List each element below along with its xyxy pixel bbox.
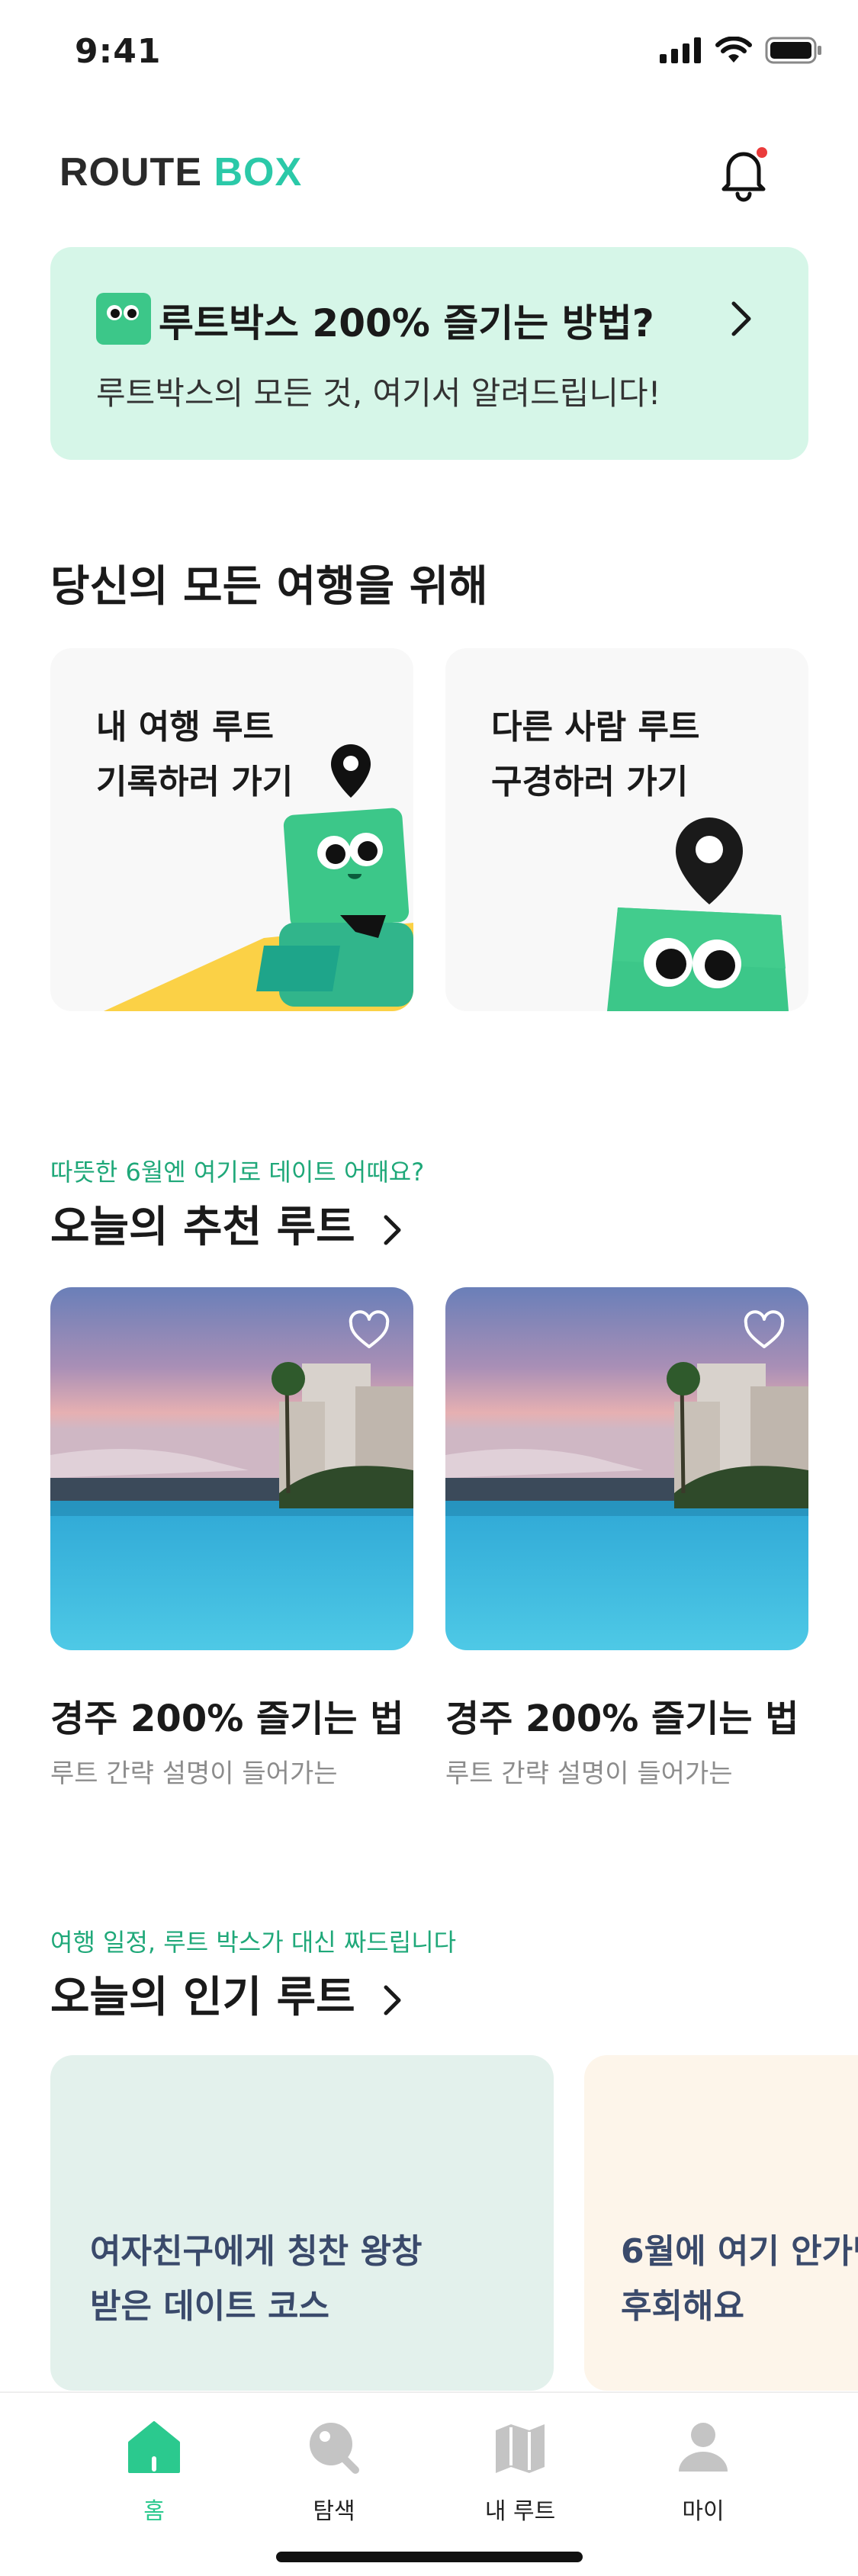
app-logo[interactable]: ROUTE BOX bbox=[59, 149, 302, 195]
mascot-icon bbox=[96, 293, 151, 345]
heart-icon[interactable] bbox=[348, 1310, 390, 1350]
logo-text-box: BOX bbox=[214, 150, 303, 194]
recommend-section-title[interactable]: 오늘의 추천 루트 bbox=[50, 1193, 403, 1254]
mascot-illustration bbox=[104, 744, 413, 1011]
card-line1: 여자친구에게 칭찬 왕창 bbox=[90, 2232, 423, 2271]
popular-title-text: 오늘의 인기 루트 bbox=[50, 1973, 355, 2022]
journey-section-title: 당신의 모든 여행을 위해 bbox=[50, 562, 488, 612]
route-description: 루트 간략 설명이 들어가는 bbox=[445, 1759, 733, 1789]
wifi-icon bbox=[715, 37, 752, 63]
heart-icon[interactable] bbox=[743, 1310, 786, 1350]
notification-dot bbox=[757, 147, 767, 158]
record-route-card[interactable]: 내 여행 루트 기록하러 가기 bbox=[50, 648, 413, 1011]
card-line2: 받은 데이트 코스 bbox=[90, 2287, 329, 2326]
mascot-illustration bbox=[607, 817, 789, 1011]
status-bar: 9:41 bbox=[0, 0, 858, 107]
browse-routes-card[interactable]: 다른 사람 루트 구경하러 가기 bbox=[445, 648, 808, 1011]
tab-label: 마이 bbox=[682, 2498, 725, 2525]
chevron-right-icon bbox=[384, 1985, 401, 2016]
chevron-right-icon bbox=[731, 301, 751, 336]
bell-icon[interactable] bbox=[713, 142, 774, 203]
guide-banner[interactable]: 루트박스 200% 즐기는 방법? 루트박스의 모든 것, 여기서 알려드립니다… bbox=[50, 247, 808, 460]
tab-my-route[interactable]: 내 루트 bbox=[467, 2413, 574, 2526]
banner-title: 루트박스 200% 즐기는 방법? bbox=[159, 301, 654, 345]
popular-route-card[interactable]: 6월에 여기 안가면 후회해요 bbox=[584, 2055, 858, 2391]
map-icon bbox=[496, 2424, 545, 2473]
recommend-title-text: 오늘의 추천 루트 bbox=[50, 1203, 355, 1252]
popular-route-card[interactable]: 여자친구에게 칭찬 왕창 받은 데이트 코스 bbox=[50, 2055, 554, 2391]
status-icons bbox=[660, 37, 823, 64]
recommend-card[interactable]: 경주 200% 즐기는 법 루트 간략 설명이 들어가는 bbox=[50, 1287, 413, 1790]
logo-text-route: ROUTE bbox=[59, 150, 202, 194]
route-photo bbox=[445, 1287, 808, 1650]
status-time: 9:41 bbox=[75, 32, 162, 71]
card-line2: 후회해요 bbox=[621, 2287, 744, 2326]
popular-route-text: 6월에 여기 안가면 후회해요 bbox=[621, 2224, 858, 2334]
tab-explore[interactable]: 탐색 bbox=[281, 2413, 387, 2526]
tab-label: 탐색 bbox=[313, 2498, 355, 2525]
route-title: 경주 200% 즐기는 법 bbox=[445, 1698, 799, 1740]
chevron-right-icon bbox=[384, 1215, 401, 1245]
banner-subtitle: 루트박스의 모든 것, 여기서 알려드립니다! bbox=[96, 374, 661, 412]
home-icon bbox=[128, 2421, 180, 2473]
tab-home[interactable]: 홈 bbox=[101, 2413, 207, 2526]
search-icon bbox=[310, 2423, 359, 2474]
battery-icon bbox=[765, 37, 821, 64]
home-indicator bbox=[276, 2552, 583, 2562]
popular-section-subtitle: 여행 일정, 루트 박스가 대신 짜드립니다 bbox=[50, 1928, 457, 1957]
popular-route-text: 여자친구에게 칭찬 왕창 받은 데이트 코스 bbox=[90, 2224, 422, 2334]
route-description: 루트 간략 설명이 들어가는 bbox=[50, 1759, 338, 1789]
route-photo bbox=[50, 1287, 413, 1650]
signal-icon bbox=[660, 37, 701, 63]
recommend-section-subtitle: 따뜻한 6월엔 여기로 데이트 어때요? bbox=[50, 1158, 425, 1187]
card-line1: 6월에 여기 안가면 bbox=[621, 2232, 858, 2271]
tab-my[interactable]: 마이 bbox=[650, 2413, 757, 2526]
person-icon bbox=[679, 2423, 728, 2472]
tab-label: 홈 bbox=[143, 2498, 165, 2525]
popular-section-title[interactable]: 오늘의 인기 루트 bbox=[50, 1963, 403, 2025]
recommend-card[interactable]: 경주 200% 즐기는 법 루트 간략 설명이 들어가는 bbox=[445, 1287, 808, 1790]
app-header: ROUTE BOX bbox=[0, 137, 858, 214]
route-title: 경주 200% 즐기는 법 bbox=[50, 1698, 404, 1740]
bottom-tab-bar: 홈 탐색 내 루트 마이 bbox=[0, 2391, 858, 2576]
tab-label: 내 루트 bbox=[484, 2498, 556, 2525]
